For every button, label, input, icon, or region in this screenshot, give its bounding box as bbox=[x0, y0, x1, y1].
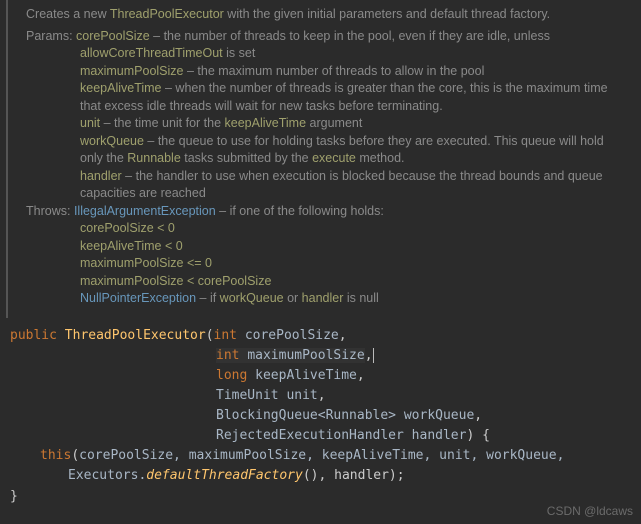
param-tail: is set bbox=[223, 46, 256, 60]
class-ref: Executors. bbox=[68, 468, 146, 483]
comma: , bbox=[339, 328, 347, 343]
param: corePoolSize bbox=[245, 328, 339, 343]
code-line: public ThreadPoolExecutor(int corePoolSi… bbox=[10, 326, 631, 346]
param-name: handler bbox=[80, 169, 122, 183]
class-name: ThreadPoolExecutor bbox=[65, 328, 206, 343]
paren: ( bbox=[71, 448, 79, 463]
javadoc-block: Creates a new ThreadPoolExecutor with th… bbox=[6, 0, 641, 318]
type: TimeUnit bbox=[216, 388, 286, 403]
param-desc: – the number of threads to keep in the p… bbox=[150, 29, 550, 43]
keyword: public bbox=[10, 328, 65, 343]
code-line: RejectedExecutionHandler handler) { bbox=[10, 426, 631, 446]
param-desc: – the maximum number of threads to allow… bbox=[184, 64, 485, 78]
close-brace: } bbox=[10, 489, 18, 504]
type: BlockingQueue<Runnable> bbox=[216, 408, 404, 423]
exception-name[interactable]: IllegalArgumentException bbox=[74, 204, 216, 218]
code-line: int maximumPoolSize, bbox=[10, 346, 631, 366]
param-code: execute bbox=[312, 151, 356, 165]
param-desc: method. bbox=[356, 151, 405, 165]
code-line: long keepAliveTime, bbox=[10, 366, 631, 386]
type: int bbox=[216, 348, 247, 363]
type: RejectedExecutionHandler bbox=[216, 428, 412, 443]
watermark: CSDN @ldcaws bbox=[547, 503, 633, 520]
exception-name[interactable]: NullPointerException bbox=[80, 291, 196, 305]
args-tail: (), handler); bbox=[303, 468, 405, 483]
param-desc: argument bbox=[306, 116, 362, 130]
param: handler bbox=[412, 428, 467, 443]
param-name: maximumPoolSize bbox=[80, 64, 184, 78]
param: workQueue bbox=[404, 408, 474, 423]
exception-desc: – if one of the following holds: bbox=[216, 204, 384, 218]
throws-section: Throws: IllegalArgumentException – if on… bbox=[26, 203, 623, 308]
code-line: this(corePoolSize, maximumPoolSize, keep… bbox=[40, 446, 631, 466]
exception-desc: is null bbox=[343, 291, 378, 305]
comma: , bbox=[474, 408, 482, 423]
exception-code: workQueue bbox=[220, 291, 284, 305]
throws-cond: keepAliveTime < 0 bbox=[80, 239, 183, 253]
paren: ( bbox=[206, 328, 214, 343]
text-caret bbox=[373, 348, 374, 363]
param: maximumPoolSize bbox=[247, 348, 364, 363]
summary-class: ThreadPoolExecutor bbox=[110, 7, 224, 21]
param: unit bbox=[286, 388, 317, 403]
comma: , bbox=[318, 388, 326, 403]
param: keepAliveTime bbox=[255, 368, 357, 383]
comma: , bbox=[365, 348, 373, 363]
param-mid: tasks submitted by the bbox=[181, 151, 312, 165]
param-name: keepAliveTime bbox=[80, 81, 162, 95]
args: corePoolSize, maximumPoolSize, keepAlive… bbox=[79, 448, 564, 463]
param-code: allowCoreThreadTimeOut bbox=[80, 46, 223, 60]
param-name: corePoolSize bbox=[76, 29, 150, 43]
exception-mid: or bbox=[284, 291, 302, 305]
summary-prefix: Creates a new bbox=[26, 7, 110, 21]
code-line: } bbox=[10, 487, 631, 507]
params-section: Params: corePoolSize – the number of thr… bbox=[26, 28, 623, 203]
summary-suffix: with the given initial parameters and de… bbox=[224, 7, 550, 21]
throws-cond: corePoolSize < 0 bbox=[80, 221, 175, 235]
type: int bbox=[214, 328, 245, 343]
static-method: defaultThreadFactory bbox=[146, 468, 303, 483]
exception-code: handler bbox=[302, 291, 344, 305]
paren-brace: ) { bbox=[466, 428, 489, 443]
exception-desc: – if bbox=[196, 291, 220, 305]
code-line: BlockingQueue<Runnable> workQueue, bbox=[10, 406, 631, 426]
keyword-this: this bbox=[40, 448, 71, 463]
param-desc: – the time unit for the bbox=[100, 116, 224, 130]
throws-label: Throws: bbox=[26, 203, 70, 221]
param-desc: – the handler to use when execution is b… bbox=[80, 169, 603, 201]
params-label: Params: bbox=[26, 28, 73, 46]
param-code: keepAliveTime bbox=[225, 116, 307, 130]
code-block[interactable]: public ThreadPoolExecutor(int corePoolSi… bbox=[0, 318, 641, 517]
param-name: workQueue bbox=[80, 134, 144, 148]
param-code: Runnable bbox=[127, 151, 181, 165]
param-name: unit bbox=[80, 116, 100, 130]
throws-cond: maximumPoolSize <= 0 bbox=[80, 256, 212, 270]
doc-summary: Creates a new ThreadPoolExecutor with th… bbox=[26, 6, 623, 24]
code-line: TimeUnit unit, bbox=[10, 386, 631, 406]
type: long bbox=[216, 368, 255, 383]
code-line: Executors.defaultThreadFactory(), handle… bbox=[68, 466, 631, 486]
comma: , bbox=[357, 368, 365, 383]
throws-cond: maximumPoolSize < corePoolSize bbox=[80, 274, 271, 288]
